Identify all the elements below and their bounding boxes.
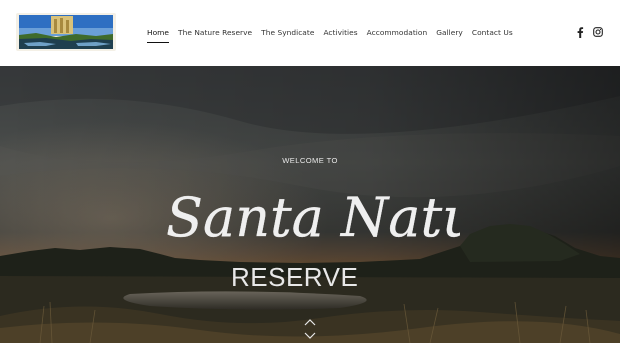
hero-script-title: Santa Nature <box>166 186 460 249</box>
nav-item-gallery[interactable]: Gallery <box>436 27 463 41</box>
chevron-up-down-icon <box>304 319 316 339</box>
nav-item-syndicate[interactable]: The Syndicate <box>261 27 314 41</box>
facebook-link[interactable] <box>576 27 584 39</box>
hero-title-script: Santa Nature <box>166 186 460 249</box>
nav-item-contact[interactable]: Contact Us <box>472 27 513 41</box>
reserve-landscape-logo-icon <box>16 13 116 51</box>
hero-section: WELCOME TO Santa Nature RESERVE <box>0 66 620 343</box>
nav-item-home[interactable]: Home <box>147 27 170 43</box>
nav-item-nature-reserve[interactable]: The Nature Reserve <box>178 27 252 41</box>
hero-title-sub: RESERVE <box>231 262 359 292</box>
facebook-icon <box>577 27 584 38</box>
nav-item-accommodation[interactable]: Accommodation <box>367 27 428 41</box>
site-header: Home The Nature Reserve The Syndicate Ac… <box>0 0 620 66</box>
main-nav: Home The Nature Reserve The Syndicate Ac… <box>147 27 522 43</box>
site-logo[interactable] <box>16 13 116 51</box>
scroll-arrow-button[interactable] <box>303 317 317 341</box>
nav-item-activities[interactable]: Activities <box>323 27 357 41</box>
instagram-icon <box>593 27 603 37</box>
hero-welcome-text: WELCOME TO <box>282 156 338 165</box>
instagram-link[interactable] <box>593 27 603 39</box>
